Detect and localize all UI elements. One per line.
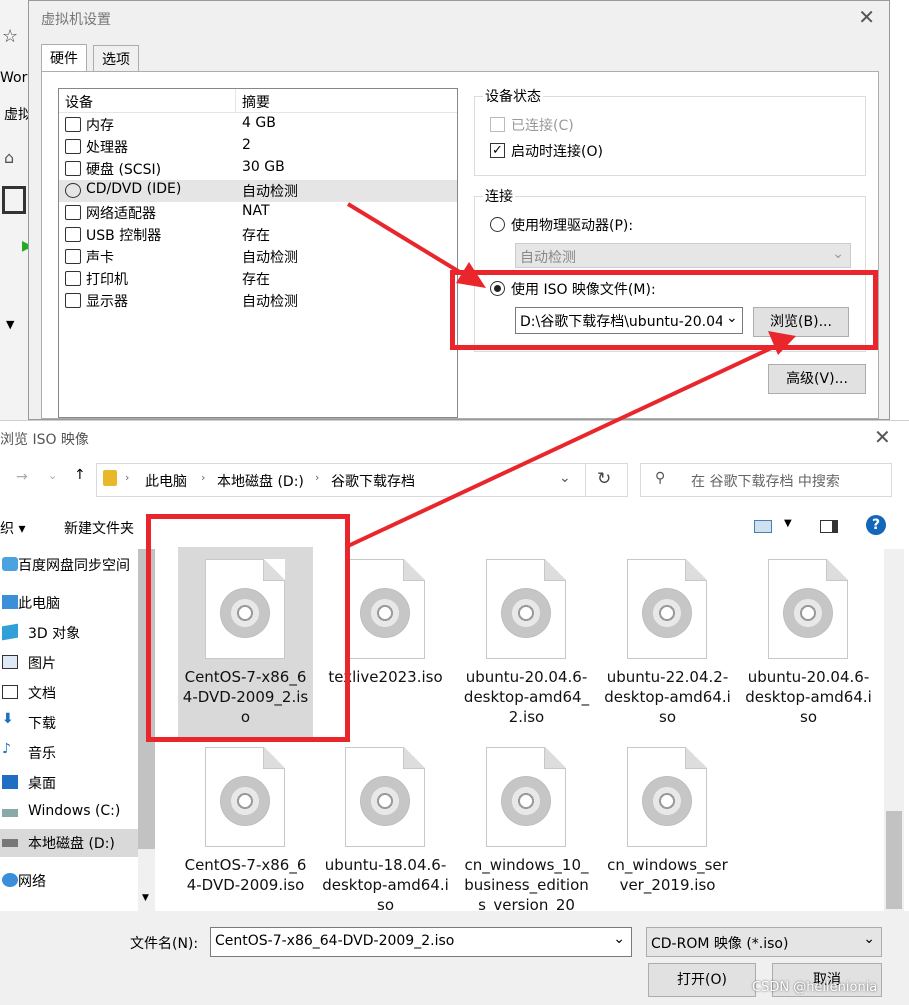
arrow-line [346, 202, 478, 284]
arrow-line [347, 342, 781, 548]
arrow-head [768, 331, 796, 355]
annotation-arrows [346, 202, 796, 548]
arrow-head [456, 262, 486, 288]
watermark: CSDN @hellenionia [752, 980, 878, 995]
